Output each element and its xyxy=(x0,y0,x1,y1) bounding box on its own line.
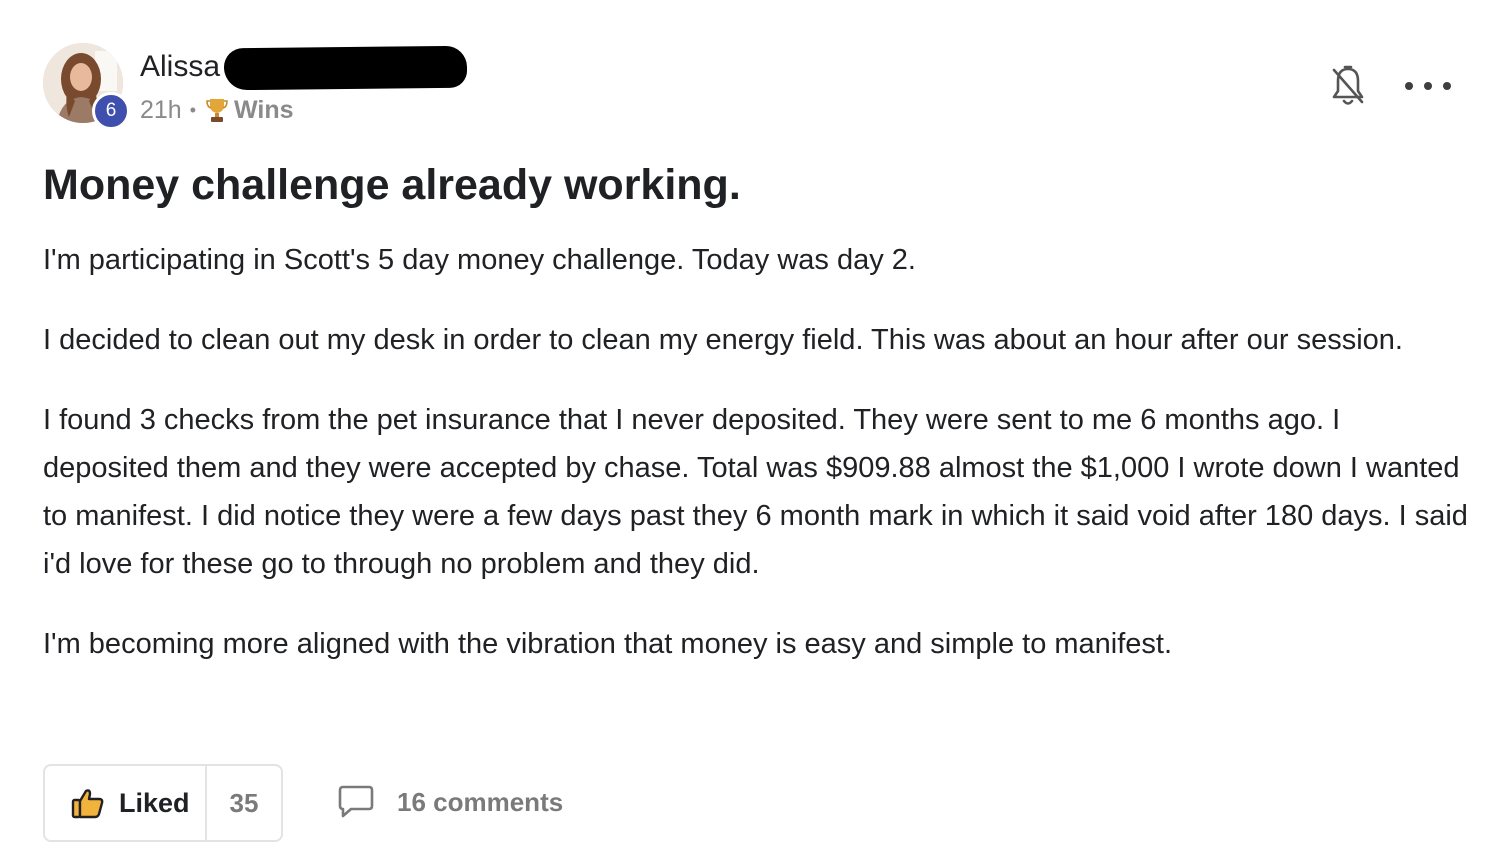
author-name[interactable]: Alissa xyxy=(140,48,220,86)
comments-label: 16 comments xyxy=(397,786,564,817)
like-label: Liked xyxy=(119,787,190,818)
more-dot xyxy=(1405,82,1413,90)
more-dot xyxy=(1424,82,1432,90)
level-badge: 6 xyxy=(92,92,130,130)
post-meta: 21h • Wins xyxy=(140,94,294,126)
redaction-mark xyxy=(223,45,468,91)
post-title: Money challenge already working. xyxy=(43,161,741,209)
bell-off-icon[interactable] xyxy=(1328,64,1368,108)
post-time: 21h xyxy=(140,96,182,124)
comment-bubble-icon xyxy=(338,785,374,818)
more-horizontal-icon[interactable] xyxy=(1405,72,1451,100)
trophy-icon xyxy=(206,97,228,123)
like-count[interactable]: 35 xyxy=(207,788,281,819)
meta-separator: • xyxy=(189,100,197,120)
thumbs-up-icon xyxy=(71,789,104,819)
post-paragraph: I decided to clean out my desk in order … xyxy=(43,324,1403,356)
post-paragraph: I'm participating in Scott's 5 day money… xyxy=(43,244,916,276)
more-dot xyxy=(1443,82,1451,90)
like-control: Liked 35 xyxy=(43,764,283,842)
like-button[interactable]: Liked xyxy=(45,766,207,840)
community-post: 6 Alissa 21h • Wins Money challenge alre… xyxy=(0,0,1506,852)
post-paragraph: I found 3 checks from the pet insurance … xyxy=(43,404,1468,580)
post-paragraph: I'm becoming more aligned with the vibra… xyxy=(43,628,1173,660)
comments-button[interactable]: 16 comments xyxy=(337,784,563,820)
post-body: I'm participating in Scott's 5 day money… xyxy=(43,236,1468,700)
post-category[interactable]: Wins xyxy=(234,94,294,126)
